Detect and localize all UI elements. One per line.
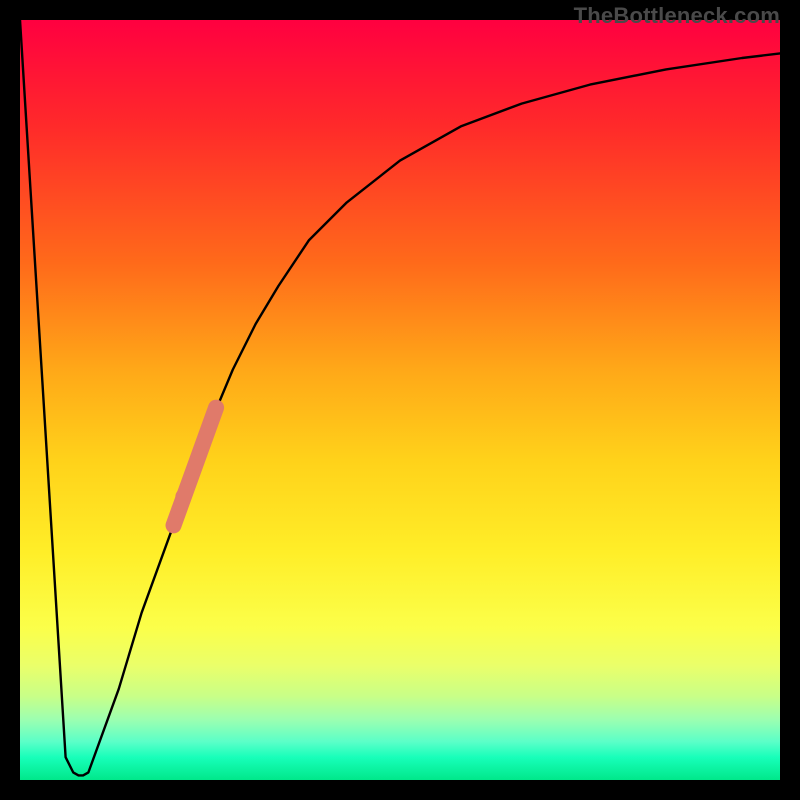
curve-layer bbox=[20, 20, 780, 780]
plot-area bbox=[20, 20, 780, 780]
bottleneck-curve bbox=[20, 20, 780, 775]
highlight-dot bbox=[167, 518, 181, 532]
chart-stage: TheBottleneck.com bbox=[0, 0, 800, 800]
highlight-dot bbox=[175, 489, 191, 505]
watermark-label: TheBottleneck.com bbox=[574, 3, 780, 29]
